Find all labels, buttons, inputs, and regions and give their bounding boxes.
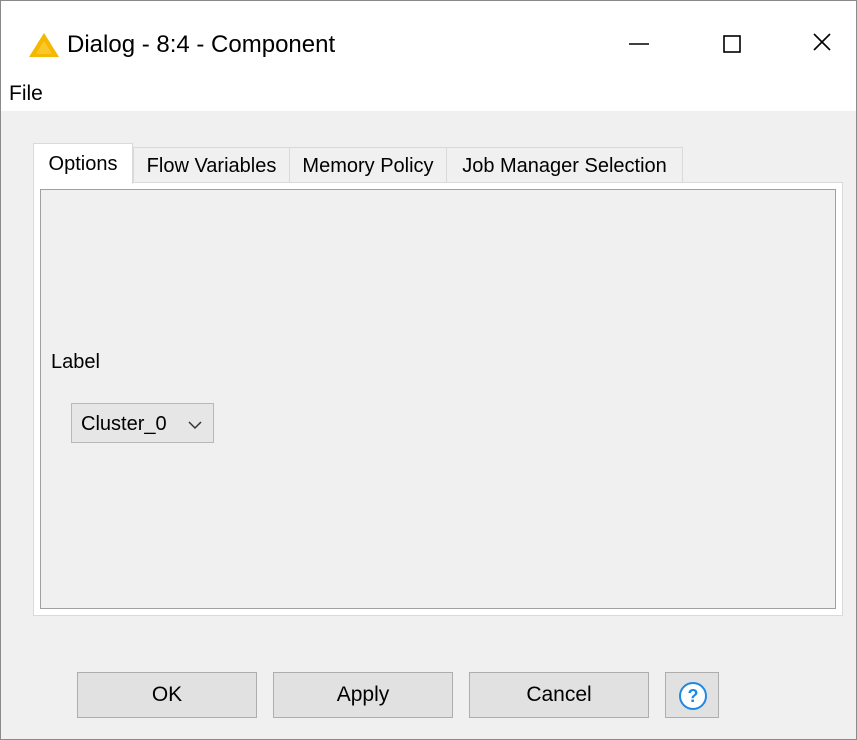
help-button[interactable]: ?	[665, 672, 719, 718]
dropdown-selected-value: Cluster_0	[81, 413, 167, 435]
apply-button[interactable]: Apply	[273, 672, 453, 718]
label-dropdown[interactable]: Cluster_0	[71, 403, 214, 443]
tab-memory-policy[interactable]: Memory Policy	[289, 147, 447, 183]
minimize-button[interactable]	[611, 23, 671, 65]
warning-triangle-icon	[27, 31, 61, 59]
cancel-button[interactable]: Cancel	[469, 672, 649, 718]
svg-text:?: ?	[688, 686, 699, 706]
tab-job-manager-selection[interactable]: Job Manager Selection	[446, 147, 683, 183]
menu-file[interactable]: File	[9, 82, 43, 106]
tab-panel	[33, 182, 843, 616]
dialog-window: Dialog - 8:4 - Component File Options Fl…	[0, 0, 857, 740]
title-bar[interactable]: Dialog - 8:4 - Component	[1, 1, 856, 73]
maximize-button[interactable]	[703, 23, 763, 65]
close-button[interactable]	[793, 23, 853, 65]
ok-button[interactable]: OK	[77, 672, 257, 718]
tab-flow-variables[interactable]: Flow Variables	[133, 147, 290, 183]
window-title: Dialog - 8:4 - Component	[67, 31, 336, 58]
tab-options[interactable]: Options	[33, 143, 133, 184]
chevron-down-icon	[186, 418, 204, 430]
menu-bar: File	[1, 73, 856, 111]
label-field-label: Label	[51, 351, 100, 373]
options-panel	[40, 189, 836, 609]
